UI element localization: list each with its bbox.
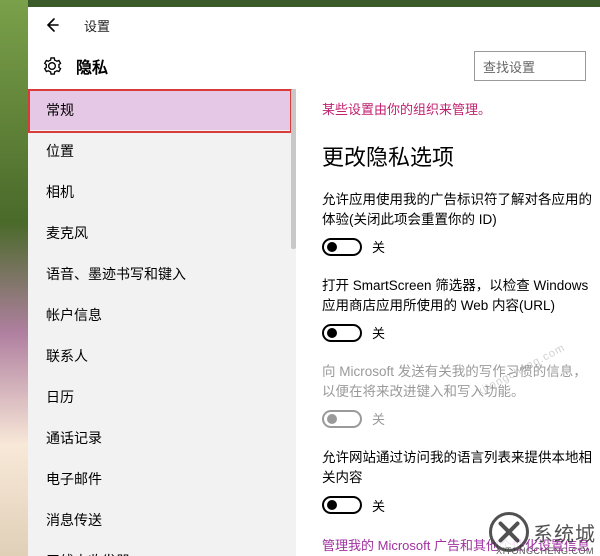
sidebar-item-microphone[interactable]: 麦克风	[28, 212, 296, 253]
admin-managed-note: 某些设置由你的组织来管理。	[322, 99, 600, 118]
search-placeholder: 查找设置	[483, 57, 535, 76]
search-input[interactable]: 查找设置	[474, 51, 586, 81]
sidebar-item-label: 联系人	[46, 346, 88, 366]
sidebar-item-location[interactable]: 位置	[28, 130, 296, 171]
gear-icon	[42, 56, 62, 76]
sidebar-item-label: 电子邮件	[46, 469, 102, 489]
watermark-subtext: XITONGCHENG.COM	[496, 546, 594, 556]
header: 隐私 查找设置	[28, 43, 600, 89]
option-ad-id: 允许应用使用我的广告标识符了解对各应用的体验(关闭此项会重置你的 ID) 关	[322, 190, 600, 256]
scrollbar-thumb[interactable]	[291, 89, 296, 249]
sidebar-item-label: 相机	[46, 182, 74, 202]
toggle-knob	[327, 242, 337, 252]
toggle-state-label: 关	[372, 409, 385, 428]
sidebar-scrollbar[interactable]	[290, 89, 296, 556]
sidebar-item-label: 日历	[46, 387, 74, 407]
sidebar-item-label: 通话记录	[46, 428, 102, 448]
page-title: 隐私	[76, 54, 108, 78]
sidebar-item-label: 消息传送	[46, 510, 102, 530]
option-description: 允许应用使用我的广告标识符了解对各应用的体验(关闭此项会重置你的 ID)	[322, 190, 600, 229]
option-language-list: 允许网站通过访问我的语言列表来提供本地相关内容 关	[322, 448, 600, 514]
sidebar-item-label: 无线电收发器	[46, 551, 130, 556]
section-title: 更改隐私选项	[322, 140, 600, 172]
back-button[interactable]	[40, 13, 64, 37]
sidebar-item-account-info[interactable]: 帐户信息	[28, 294, 296, 335]
window-title: 设置	[84, 16, 110, 35]
toggle-switch[interactable]	[322, 324, 362, 342]
desktop-background	[0, 0, 28, 556]
option-description: 打开 SmartScreen 筛选器，以检查 Windows 应用商店应用所使用…	[322, 276, 600, 315]
sidebar-item-calendar[interactable]: 日历	[28, 376, 296, 417]
option-smartscreen: 打开 SmartScreen 筛选器，以检查 Windows 应用商店应用所使用…	[322, 276, 600, 342]
sidebar: 常规 位置 相机 麦克风 语音、墨迹书写和键入 帐户信息 联系人 日历 通话记录…	[28, 89, 296, 556]
content-pane: 某些设置由你的组织来管理。 更改隐私选项 允许应用使用我的广告标识符了解对各应用…	[296, 89, 600, 556]
toggle-state-label: 关	[372, 237, 385, 256]
sidebar-item-speech-ink-typing[interactable]: 语音、墨迹书写和键入	[28, 253, 296, 294]
sidebar-item-contacts[interactable]: 联系人	[28, 335, 296, 376]
titlebar: 设置	[28, 7, 600, 43]
settings-window: 设置 隐私 查找设置 常规 位置 相机 麦克风 语音、墨迹书写和键入 帐户信息 …	[28, 7, 600, 556]
option-writing-info: 向 Microsoft 发送有关我的写作习惯的信息，以便在将来改进键入和写入功能…	[322, 362, 600, 428]
back-arrow-icon	[42, 15, 62, 35]
sidebar-item-label: 语音、墨迹书写和键入	[46, 264, 186, 284]
sidebar-item-radios[interactable]: 无线电收发器	[28, 540, 296, 556]
toggle-switch[interactable]	[322, 496, 362, 514]
sidebar-item-label: 常规	[46, 100, 74, 120]
toggle-state-label: 关	[372, 323, 385, 342]
toggle-state-label: 关	[372, 496, 385, 515]
sidebar-item-label: 帐户信息	[46, 305, 102, 325]
toggle-knob	[327, 414, 337, 424]
toggle-switch[interactable]	[322, 238, 362, 256]
toggle-knob	[327, 500, 337, 510]
option-description: 向 Microsoft 发送有关我的写作习惯的信息，以便在将来改进键入和写入功能…	[322, 362, 600, 401]
sidebar-item-label: 位置	[46, 141, 74, 161]
option-description: 允许网站通过访问我的语言列表来提供本地相关内容	[322, 448, 600, 487]
sidebar-item-label: 麦克风	[46, 223, 88, 243]
sidebar-item-call-history[interactable]: 通话记录	[28, 417, 296, 458]
sidebar-item-email[interactable]: 电子邮件	[28, 458, 296, 499]
sidebar-item-camera[interactable]: 相机	[28, 171, 296, 212]
sidebar-item-messaging[interactable]: 消息传送	[28, 499, 296, 540]
toggle-switch	[322, 410, 362, 428]
sidebar-item-general[interactable]: 常规	[28, 89, 296, 130]
toggle-knob	[327, 328, 337, 338]
